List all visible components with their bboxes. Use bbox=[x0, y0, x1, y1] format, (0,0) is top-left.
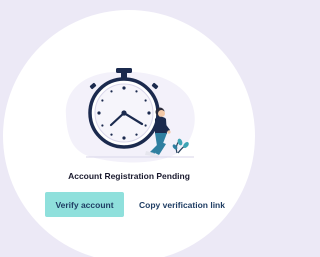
stopwatch-illustration bbox=[65, 68, 195, 163]
stopwatch-crown bbox=[116, 68, 132, 73]
copy-verification-link-button[interactable]: Copy verification link bbox=[132, 192, 232, 217]
verify-account-button[interactable]: Verify account bbox=[45, 192, 124, 217]
dialog-actions: Verify account Copy verification link bbox=[0, 192, 258, 217]
dialog-title: Account Registration Pending bbox=[68, 171, 190, 181]
page: Account Registration Pending Verify acco… bbox=[0, 0, 258, 257]
